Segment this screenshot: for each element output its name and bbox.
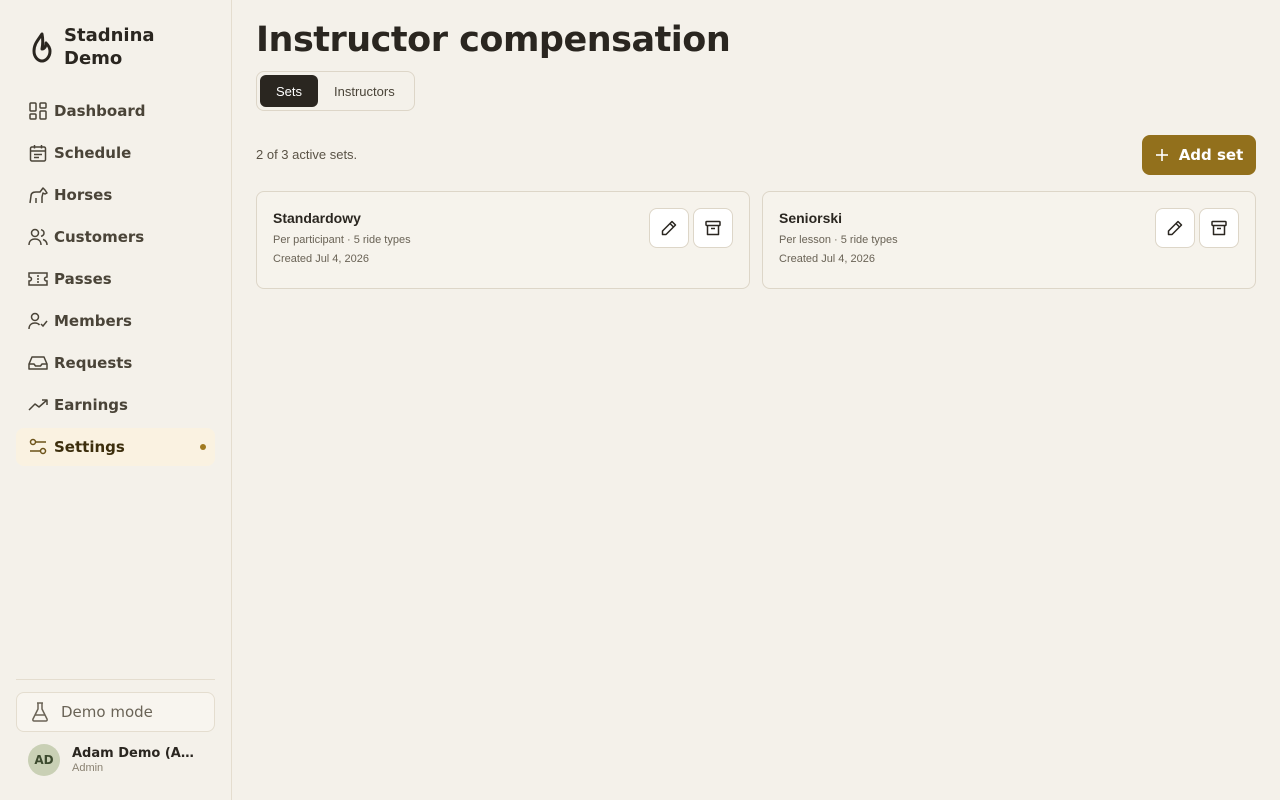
page-title: Instructor compensation: [256, 20, 731, 60]
sidebar-item-label: Requests: [54, 354, 133, 372]
brand-name: Stadnina Demo: [64, 25, 155, 69]
user-name: Adam Demo (Admin): [72, 746, 196, 761]
active-indicator-dot: [200, 444, 206, 450]
sidebar-item-label: Schedule: [54, 144, 132, 162]
sidebar-item-label: Horses: [54, 186, 113, 204]
sidebar-item-requests[interactable]: Requests: [16, 344, 215, 382]
tab-group: Sets Instructors: [256, 71, 415, 111]
brand[interactable]: Stadnina Demo: [28, 24, 184, 70]
calendar-icon: [28, 143, 48, 163]
sidebar: Stadnina Demo Dashboard Schedule Horses …: [0, 0, 232, 800]
sidebar-item-schedule[interactable]: Schedule: [16, 134, 215, 172]
sidebar-item-dashboard[interactable]: Dashboard: [16, 92, 215, 130]
add-set-button[interactable]: Add set: [1142, 135, 1256, 175]
sidebar-item-label: Passes: [54, 270, 112, 288]
tab-instructors[interactable]: Instructors: [318, 75, 411, 107]
inbox-icon: [28, 353, 48, 373]
pencil-icon: [1167, 220, 1183, 236]
avatar: AD: [28, 744, 60, 776]
dashboard-icon: [28, 101, 48, 121]
demo-mode-label: Demo mode: [61, 703, 153, 721]
demo-mode-button[interactable]: Demo mode: [16, 692, 215, 732]
sidebar-item-label: Customers: [54, 228, 145, 246]
tab-sets[interactable]: Sets: [260, 75, 319, 107]
set-card: Seniorski Per lesson · 5 ride types Crea…: [762, 191, 1256, 289]
set-card: Standardowy Per participant · 5 ride typ…: [256, 191, 750, 289]
sidebar-nav: Dashboard Schedule Horses Customers Pass…: [16, 92, 215, 470]
settings-sliders-icon: [28, 437, 48, 457]
sidebar-item-label: Members: [54, 312, 132, 330]
plus-icon: [1155, 149, 1168, 161]
users-icon: [28, 227, 48, 247]
user-profile[interactable]: AD Adam Demo (Admin) Admin: [28, 744, 196, 776]
sidebar-item-label: Settings: [54, 438, 125, 456]
sidebar-item-settings[interactable]: Settings: [16, 428, 215, 466]
trending-up-icon: [28, 395, 48, 415]
archive-set-button[interactable]: [693, 208, 733, 248]
horse-icon: [28, 185, 48, 205]
sidebar-item-label: Dashboard: [54, 102, 146, 120]
user-role: Admin: [72, 762, 104, 774]
user-check-icon: [28, 311, 48, 331]
active-sets-summary: 2 of 3 active sets.: [256, 147, 358, 162]
sidebar-item-horses[interactable]: Horses: [16, 176, 215, 214]
sidebar-item-customers[interactable]: Customers: [16, 218, 215, 256]
flame-logo-icon: [32, 32, 52, 63]
sidebar-divider: [16, 679, 215, 680]
pencil-icon: [661, 220, 677, 236]
archive-set-button[interactable]: [1199, 208, 1239, 248]
archive-icon: [705, 220, 721, 236]
set-created-date: Created Jul 4, 2026: [273, 253, 370, 265]
sidebar-item-earnings[interactable]: Earnings: [16, 386, 215, 424]
edit-set-button[interactable]: [649, 208, 689, 248]
edit-set-button[interactable]: [1155, 208, 1195, 248]
sidebar-item-label: Earnings: [54, 396, 128, 414]
flask-icon: [32, 702, 48, 722]
sidebar-item-members[interactable]: Members: [16, 302, 215, 340]
archive-icon: [1211, 220, 1227, 236]
sets-list: Standardowy Per participant · 5 ride typ…: [256, 191, 1256, 289]
set-created-date: Created Jul 4, 2026: [779, 253, 876, 265]
ticket-icon: [28, 269, 48, 289]
main-content: Instructor compensation Sets Instructors…: [256, 0, 1256, 800]
sidebar-item-passes[interactable]: Passes: [16, 260, 215, 298]
add-set-label: Add set: [1178, 146, 1244, 164]
